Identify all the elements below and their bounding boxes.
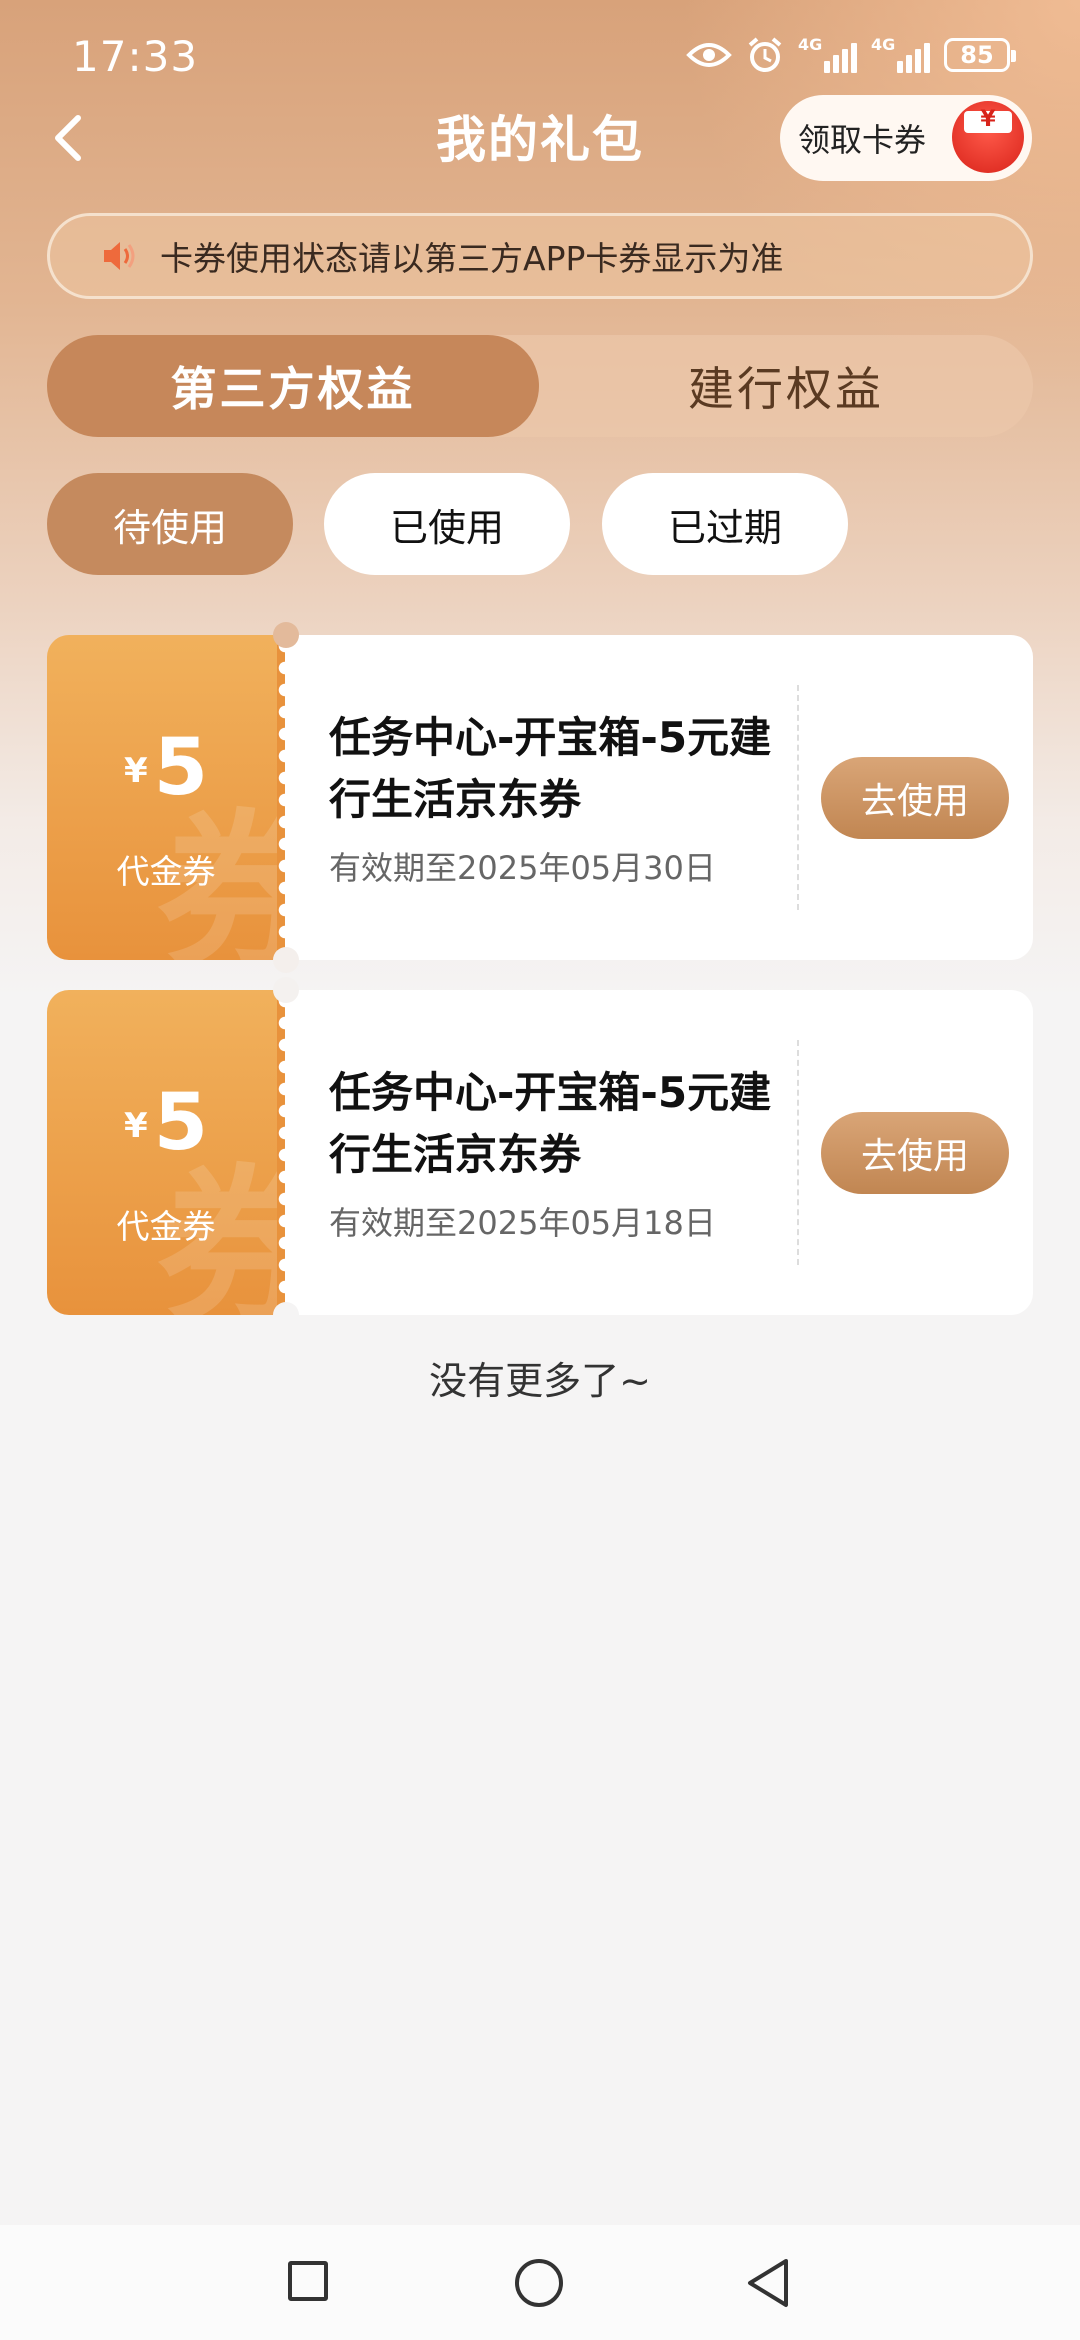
tab-third-party[interactable]: 第三方权益: [47, 335, 539, 437]
ticket-notch: [273, 977, 299, 1003]
currency-symbol: ¥: [124, 751, 148, 791]
ticket-notch: [273, 1302, 299, 1328]
dashed-divider: [797, 685, 799, 910]
get-coupon-label: 领取卡券: [798, 121, 927, 159]
alarm-icon: [748, 37, 782, 72]
get-coupon-button[interactable]: 领取卡券 ¥: [780, 95, 1032, 181]
filter-expired[interactable]: 已过期: [602, 473, 848, 575]
notice-text: 卡券使用状态请以第三方APP卡券显示为准: [160, 239, 784, 278]
no-more-text: 没有更多了~: [429, 1359, 651, 1403]
notice-banner: 卡券使用状态请以第三方APP卡券显示为准: [47, 213, 1033, 299]
dashed-divider: [797, 1040, 799, 1265]
signal-icon-2: 4G: [871, 35, 930, 73]
coupon-title: 任务中心-开宝箱-5元建行生活京东券: [329, 713, 772, 824]
coupon-amount: ¥5: [47, 1078, 285, 1168]
filter-unused[interactable]: 待使用: [47, 473, 293, 575]
tab-ccb[interactable]: 建行权益: [539, 335, 1033, 437]
ticket-notch: [273, 622, 299, 648]
back-triangle-icon[interactable]: [742, 2255, 794, 2311]
main-tab-bar: 第三方权益 建行权益: [47, 335, 1033, 437]
coupon-kind: 代金券: [116, 1207, 216, 1246]
gift-symbol: ¥: [980, 107, 996, 132]
use-coupon-button[interactable]: 去使用: [821, 1112, 1009, 1194]
coupon-amount-value: 5: [153, 1078, 208, 1168]
coupon-amount-value: 5: [153, 723, 208, 813]
status-bar: 17:33 4G 4G 85: [0, 0, 1080, 110]
coupon-value-panel: 券 ¥5 代金券: [47, 990, 285, 1315]
signal-icon-1: 4G: [798, 35, 857, 73]
ticket-notch: [273, 947, 299, 973]
coupon-card: 券 ¥5 代金券 任务中心-开宝箱-5元建行生活京东券 有效期至2025年05月…: [47, 622, 1033, 973]
coupon-expiry: 有效期至2025年05月30日: [329, 849, 716, 887]
network-label-1: 4G: [798, 35, 823, 54]
speaker-icon: [104, 242, 135, 270]
red-envelope-icon: ¥: [952, 101, 1024, 173]
system-nav-bar: [0, 2225, 1080, 2340]
home-icon[interactable]: [515, 2259, 563, 2307]
battery-level: 85: [960, 41, 994, 69]
use-coupon-button[interactable]: 去使用: [821, 757, 1009, 839]
filter-used[interactable]: 已使用: [324, 473, 570, 575]
network-label-2: 4G: [871, 35, 896, 54]
coupon-expiry: 有效期至2025年05月18日: [329, 1204, 716, 1242]
status-time: 17:33: [72, 32, 199, 81]
currency-symbol: ¥: [124, 1106, 148, 1146]
coupon-detail-panel: 任务中心-开宝箱-5元建行生活京东券 有效期至2025年05月18日 去使用: [285, 990, 1033, 1315]
coupon-card: 券 ¥5 代金券 任务中心-开宝箱-5元建行生活京东券 有效期至2025年05月…: [47, 977, 1033, 1328]
coupon-detail-panel: 任务中心-开宝箱-5元建行生活京东券 有效期至2025年05月30日 去使用: [285, 635, 1033, 960]
battery-icon: 85: [944, 38, 1016, 72]
recent-apps-icon[interactable]: [288, 2261, 328, 2301]
eye-icon: [686, 43, 732, 67]
coupon-kind: 代金券: [116, 852, 216, 891]
coupon-title: 任务中心-开宝箱-5元建行生活京东券: [329, 1068, 772, 1179]
coupon-value-panel: 券 ¥5 代金券: [47, 635, 285, 960]
coupon-amount: ¥5: [47, 723, 285, 813]
